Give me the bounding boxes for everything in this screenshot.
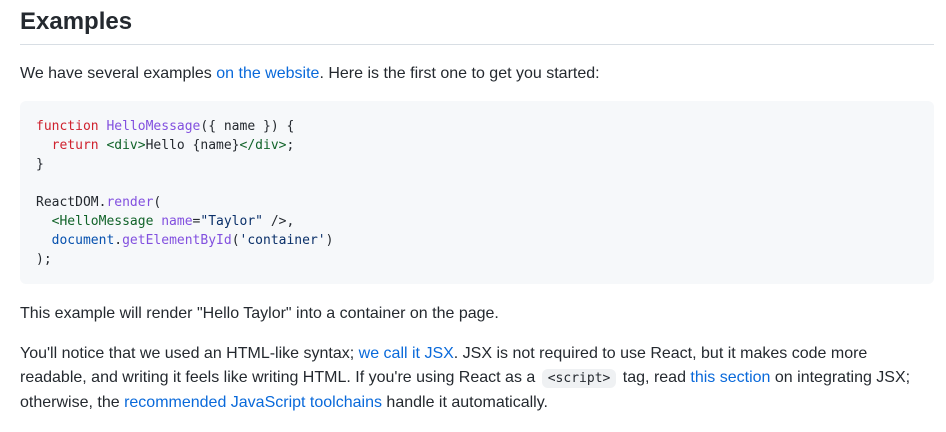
- jsx-link[interactable]: we call it JSX: [359, 345, 454, 362]
- code-keyword: return: [51, 138, 99, 153]
- code-object: ReactDOM: [36, 195, 99, 210]
- code-text: .: [114, 233, 123, 248]
- website-examples-link[interactable]: on the website: [216, 65, 319, 82]
- code-block: function HelloMessage({ name }) { return…: [20, 101, 934, 284]
- intro-text-before: We have several examples: [20, 65, 217, 82]
- code-text: ({ name }) {: [200, 119, 295, 134]
- code-tag: <HelloMessage: [51, 214, 154, 229]
- readme-section: Examples We have several examples on the…: [0, 0, 946, 432]
- code-string: 'container': [239, 233, 326, 248]
- code-function-name: render: [106, 195, 154, 210]
- code-text: />,: [263, 214, 295, 229]
- code-content: function HelloMessage({ name }) { return…: [36, 117, 333, 269]
- toolchains-link[interactable]: recommended JavaScript toolchains: [124, 394, 382, 411]
- jsx-text-5: handle it automatically.: [381, 394, 548, 411]
- code-string: "Taylor": [200, 214, 263, 229]
- code-text: }: [36, 157, 44, 172]
- heading-divider: [20, 44, 934, 45]
- code-function-name: HelloMessage: [106, 119, 201, 134]
- script-inline-code: <script>: [541, 369, 617, 388]
- section-heading: Examples: [20, 8, 133, 35]
- this-section-link[interactable]: this section: [690, 369, 770, 386]
- jsx-text-3: tag, read: [618, 369, 691, 386]
- code-attribute: name: [161, 214, 193, 229]
- code-text: ): [325, 233, 334, 248]
- jsx-paragraph: You'll notice that we used an HTML-like …: [20, 342, 934, 415]
- jsx-text-1: You'll notice that we used an HTML-like …: [20, 345, 359, 362]
- code-text: (: [153, 195, 162, 210]
- code-text: ;: [286, 138, 295, 153]
- code-keyword: function: [36, 119, 99, 134]
- code-tag: <div>: [106, 138, 146, 153]
- intro-text-after: . Here is the first one to get you start…: [319, 65, 600, 82]
- code-text: );: [36, 252, 52, 267]
- code-object: document: [51, 233, 115, 248]
- code-text: (: [231, 233, 240, 248]
- code-function-name: getElementById: [122, 233, 232, 248]
- code-text: Hello {name}: [145, 138, 240, 153]
- intro-paragraph: We have several examples on the website.…: [20, 62, 600, 86]
- render-description: This example will render "Hello Taylor" …: [20, 305, 499, 322]
- code-tag: </div>: [239, 138, 287, 153]
